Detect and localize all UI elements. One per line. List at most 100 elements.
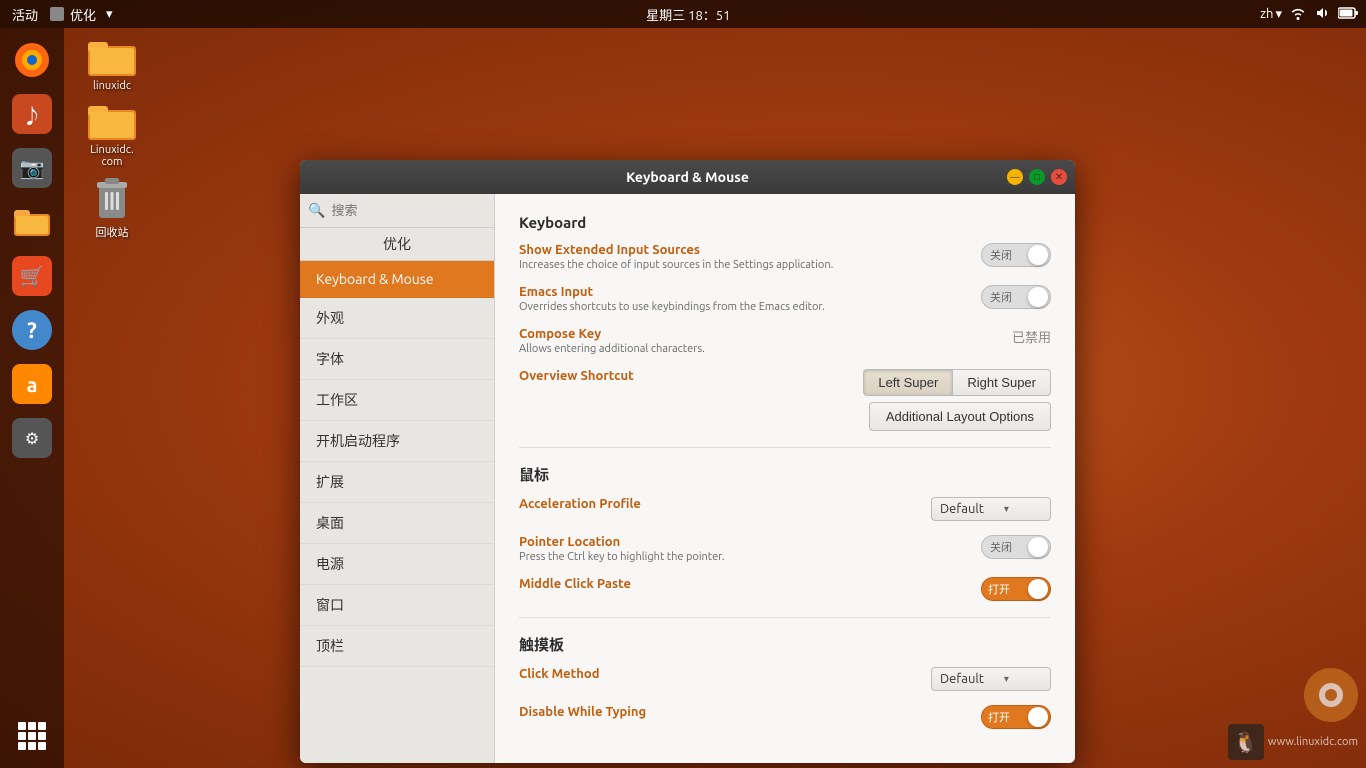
show-extended-toggle[interactable]: 关闭 — [981, 243, 1051, 267]
datetime-display: 星期三 18：51 — [646, 9, 730, 23]
overview-label: Overview Shortcut — [519, 369, 863, 383]
additional-layout-options-button[interactable]: Additional Layout Options — [869, 402, 1051, 431]
dock-item-software[interactable]: 🛒 — [8, 252, 56, 300]
sidebar-item-desktop[interactable]: 桌面 — [300, 503, 494, 544]
search-icon: 🔍 — [308, 202, 325, 219]
show-extended-desc: Increases the choice of input sources in… — [519, 259, 939, 271]
setting-row-show-extended: Show Extended Input Sources Increases th… — [519, 243, 1051, 271]
mouse-section-header: 鼠标 — [519, 464, 1051, 485]
pointer-desc: Press the Ctrl key to highlight the poin… — [519, 551, 939, 563]
dock-item-help[interactable]: ? — [8, 306, 56, 354]
toggle-circle — [1028, 245, 1048, 265]
folder-icon-2 — [88, 100, 136, 142]
click-method-dropdown-arrow: ▾ — [1004, 673, 1009, 685]
window-maximize-button[interactable]: □ — [1029, 169, 1045, 185]
middle-click-label: Middle Click Paste — [519, 577, 939, 591]
dropdown-arrow-icon: ▾ — [1004, 503, 1009, 515]
disable-typing-toggle-circle — [1028, 707, 1048, 727]
sidebar-item-appearance[interactable]: 外观 — [300, 298, 494, 339]
dock-item-files[interactable] — [8, 198, 56, 246]
trash-icon — [91, 176, 133, 222]
watermark: 🐧 www.linuxidc.com — [1228, 668, 1358, 760]
app-menu-arrow[interactable]: ▾ — [102, 7, 117, 22]
dock: ♪ 📷 🛒 ? — [0, 28, 64, 768]
setting-row-overview: Overview Shortcut Left Super Right Super… — [519, 369, 1051, 431]
sidebar-item-workspaces[interactable]: 工作区 — [300, 380, 494, 421]
sidebar-item-fonts[interactable]: 字体 — [300, 339, 494, 380]
battery-icon — [1338, 6, 1358, 23]
folder-icon — [88, 36, 136, 78]
sidebar-item-window[interactable]: 窗口 — [300, 585, 494, 626]
sidebar-item-keyboard-mouse[interactable]: Keyboard & Mouse — [300, 261, 494, 298]
click-method-value: Default — [940, 672, 984, 686]
dock-item-camera[interactable]: 📷 — [8, 144, 56, 192]
setting-row-pointer: Pointer Location Press the Ctrl key to h… — [519, 535, 1051, 563]
dock-item-rhythmbox[interactable]: ♪ — [8, 90, 56, 138]
desktop-icon-linuxidccom-label: Linuxidc. com — [90, 144, 133, 168]
sidebar-item-startup[interactable]: 开机启动程序 — [300, 421, 494, 462]
setting-row-compose: Compose Key Allows entering additional c… — [519, 327, 1051, 355]
window-minimize-button[interactable]: — — [1007, 169, 1023, 185]
pointer-toggle[interactable]: 关闭 — [981, 535, 1051, 559]
setting-row-middle-click: Middle Click Paste 打开 — [519, 577, 1051, 601]
emacs-label: Emacs Input — [519, 285, 939, 299]
overview-controls: Left Super Right Super Additional Layout… — [863, 369, 1051, 431]
desktop-icon-linuxidccom[interactable]: Linuxidc. com — [72, 100, 152, 168]
dialog-body: 🔍 优化 Keyboard & Mouse 外观 字体 工作区 开机启动程序 扩… — [300, 194, 1075, 763]
lang-button[interactable]: zh ▾ — [1260, 7, 1282, 22]
acceleration-label: Acceleration Profile — [519, 497, 931, 511]
search-area: 🔍 — [300, 194, 494, 228]
desktop-icon-trash-label: 回收站 — [96, 224, 129, 240]
setting-row-acceleration: Acceleration Profile Default ▾ — [519, 497, 1051, 521]
pointer-label: Pointer Location — [519, 535, 939, 549]
app-menu-icon — [50, 7, 64, 21]
emacs-desc: Overrides shortcuts to use keybindings f… — [519, 301, 939, 313]
desktop-icon-linuxidc[interactable]: linuxidc — [72, 36, 152, 92]
middle-click-toggle-circle — [1028, 579, 1048, 599]
desktop-icon-linuxidc-label: linuxidc — [93, 80, 131, 92]
dock-item-appgrid[interactable] — [8, 712, 56, 760]
dialog-title: Keyboard & Mouse — [308, 169, 1067, 185]
disable-typing-toggle-label: 打开 — [982, 709, 1010, 725]
compose-label: Compose Key — [519, 327, 939, 341]
wifi-icon — [1290, 5, 1306, 24]
search-input[interactable] — [331, 203, 486, 218]
app-name-label: 优化 — [300, 228, 494, 261]
topbar: 活动 优化 ▾ 星期三 18：51 zh ▾ — [0, 0, 1366, 28]
left-super-button[interactable]: Left Super — [863, 369, 952, 396]
dock-item-amazon[interactable]: a — [8, 360, 56, 408]
sidebar-item-extensions[interactable]: 扩展 — [300, 462, 494, 503]
watermark-text: www.linuxidc.com — [1268, 736, 1358, 748]
compose-desc: Allows entering additional characters. — [519, 343, 939, 355]
acceleration-dropdown[interactable]: Default ▾ — [931, 497, 1051, 521]
click-method-dropdown[interactable]: Default ▾ — [931, 667, 1051, 691]
window-controls: — □ ✕ — [1007, 169, 1067, 185]
settings-dialog: Keyboard & Mouse — □ ✕ 🔍 优化 Keyboard & M… — [300, 160, 1075, 763]
mouse-touchpad-divider — [519, 617, 1051, 618]
emacs-toggle-circle — [1028, 287, 1048, 307]
right-super-button[interactable]: Right Super — [952, 369, 1051, 396]
dock-item-firefox[interactable] — [8, 36, 56, 84]
window-close-button[interactable]: ✕ — [1051, 169, 1067, 185]
dock-item-unity[interactable]: ⚙ — [8, 414, 56, 462]
files-icon — [14, 206, 50, 238]
penguin-logo: 🐧 — [1228, 724, 1264, 760]
disable-typing-toggle[interactable]: 打开 — [981, 705, 1051, 729]
compose-disabled-text: 已禁用 — [1012, 327, 1051, 346]
sidebar-item-power[interactable]: 电源 — [300, 544, 494, 585]
pointer-toggle-label: 关闭 — [982, 539, 1012, 555]
watermark-icon — [1316, 680, 1346, 710]
setting-row-click-method: Click Method Default ▾ — [519, 667, 1051, 691]
watermark-circle — [1304, 668, 1358, 722]
app-menu-button[interactable]: 优化 — [66, 5, 100, 24]
emacs-toggle[interactable]: 关闭 — [981, 285, 1051, 309]
touchpad-section-header: 触摸板 — [519, 634, 1051, 655]
show-extended-toggle-label: 关闭 — [982, 247, 1012, 263]
keyboard-section-header: Keyboard — [519, 214, 1051, 231]
middle-click-toggle[interactable]: 打开 — [981, 577, 1051, 601]
desktop-icon-trash[interactable]: 回收站 — [72, 176, 152, 240]
middle-click-toggle-label: 打开 — [982, 581, 1010, 597]
firefox-icon — [13, 41, 51, 79]
sidebar-item-topbar[interactable]: 顶栏 — [300, 626, 494, 667]
activities-button[interactable]: 活动 — [8, 5, 42, 24]
